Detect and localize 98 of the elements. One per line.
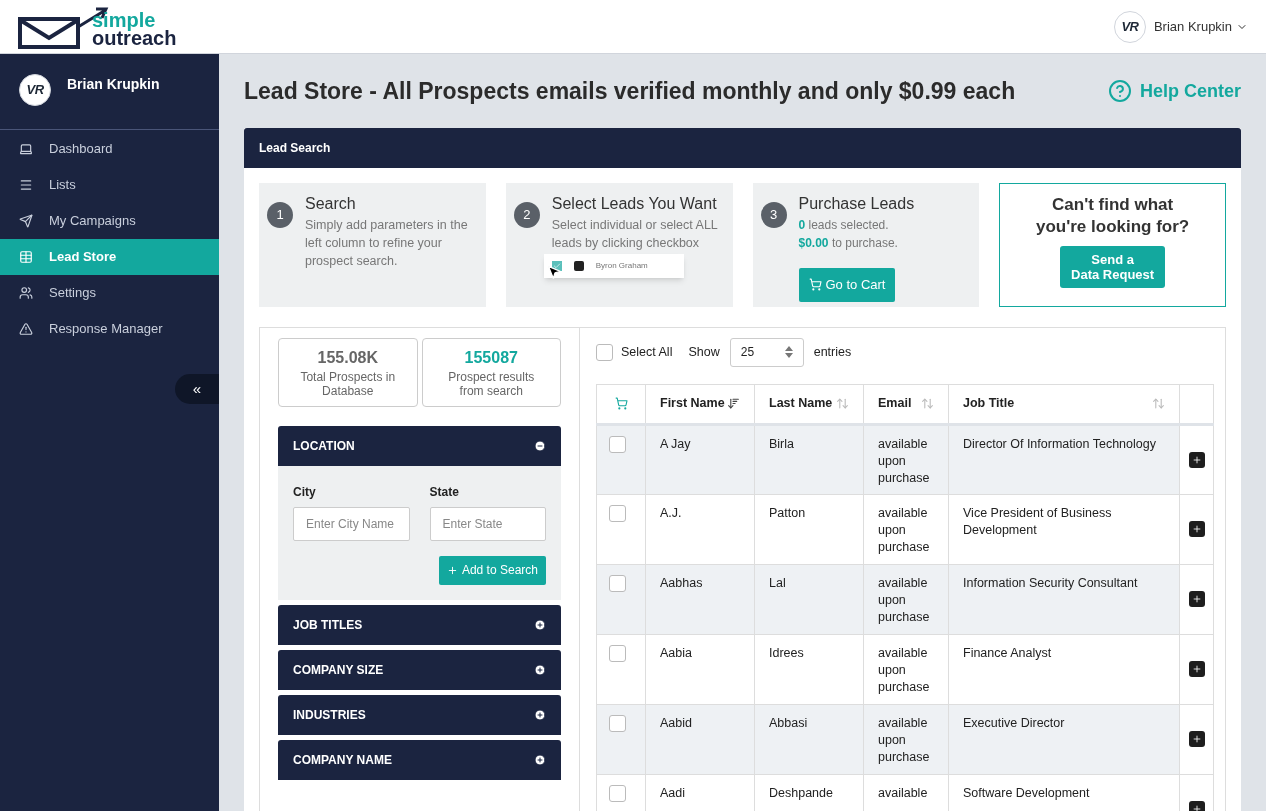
users-icon xyxy=(19,286,33,300)
step-text: 0 leads selected. xyxy=(798,216,889,234)
table-cell: Aabhas xyxy=(645,564,755,634)
avatar: VR xyxy=(19,74,51,106)
sidebar-item[interactable]: Lists xyxy=(0,167,219,203)
input-field[interactable]: Enter City Name xyxy=(293,506,410,541)
expand-icon xyxy=(534,708,546,721)
step-text: $0.00 to purchase. xyxy=(798,234,898,252)
table-icon xyxy=(19,250,33,264)
field-label: State xyxy=(429,483,460,501)
table-cell: available upon purchase xyxy=(863,704,949,774)
checkbox[interactable] xyxy=(596,343,613,361)
demo-name: Byron Graham xyxy=(595,259,648,272)
row-checkbox[interactable] xyxy=(609,714,626,732)
column-header[interactable]: Job Title xyxy=(948,384,1180,424)
expand-icon xyxy=(534,663,546,676)
expand-row-button[interactable] xyxy=(1188,590,1205,607)
sidebar-item[interactable]: Dashboard xyxy=(0,131,219,167)
column-header[interactable]: Email xyxy=(863,384,949,424)
table-cell: Finance Analyst xyxy=(948,634,1180,704)
select-all-label: Select All xyxy=(621,343,673,361)
user-menu[interactable]: Brian Krupkin xyxy=(1153,16,1248,37)
step-text: Select individual or select ALL leads by clicking checkbox xyxy=(551,216,719,252)
table-cell: Birla xyxy=(754,424,864,494)
filter-header[interactable]: INDUSTRIES xyxy=(278,694,561,735)
collapse-icon xyxy=(534,439,546,452)
expand-row-button[interactable] xyxy=(1188,730,1205,747)
table-cell: Idrees xyxy=(754,634,864,704)
expand-icon xyxy=(534,618,546,631)
table-cell: available upon purchase xyxy=(863,494,949,564)
table-cell: Aabid xyxy=(645,704,755,774)
stat-label: Prospect results from search xyxy=(447,370,536,398)
page-title: Lead Store - All Prospects emails verified monthly and only $0.99 each xyxy=(244,77,1016,106)
stat-value: 155.08K xyxy=(317,348,378,368)
cart-icon xyxy=(808,278,822,291)
table-cell: Aadi xyxy=(645,774,755,811)
step-number: 3 xyxy=(760,201,787,228)
stat-value: 155087 xyxy=(464,348,518,368)
table-cell: Director Of Information Technology xyxy=(948,424,1180,494)
expand-icon xyxy=(534,753,546,766)
table-cell: Software Development xyxy=(948,774,1180,811)
table-cell: Lal xyxy=(754,564,864,634)
row-checkbox[interactable] xyxy=(609,644,626,662)
sidebar-item[interactable]: Settings xyxy=(0,275,219,311)
menu-icon xyxy=(19,178,33,192)
expand-row-button[interactable] xyxy=(1188,800,1205,811)
step-number: 2 xyxy=(513,201,540,228)
collapse-button[interactable]: « xyxy=(175,374,219,404)
logo-text: simple xyxy=(92,10,156,29)
warning-icon xyxy=(19,322,33,336)
table-cell: available upon purchase xyxy=(863,424,949,494)
table-cell: available xyxy=(863,774,949,811)
spinner-icon xyxy=(784,345,793,359)
row-checkbox[interactable] xyxy=(609,435,626,453)
row-checkbox[interactable] xyxy=(609,504,626,522)
step-text: Simply add parameters in the left column to refine your prospect search. xyxy=(305,216,469,270)
page-size-select[interactable]: 25 xyxy=(729,337,804,367)
table-cell: Aabia xyxy=(645,634,755,704)
expand-row-button[interactable] xyxy=(1188,520,1205,537)
expand-row-button[interactable] xyxy=(1188,660,1205,677)
row-checkbox[interactable] xyxy=(609,574,626,592)
avatar: VR xyxy=(1113,10,1146,43)
table-cell: Abbasi xyxy=(754,704,864,774)
show-label: Show xyxy=(688,343,720,361)
filter-header[interactable]: LOCATION xyxy=(278,425,561,466)
panel-title: Lead Search xyxy=(259,139,331,157)
table-cell: A.J. xyxy=(645,494,755,564)
column-header[interactable]: First Name xyxy=(645,384,755,424)
input-field[interactable]: Enter State xyxy=(429,506,546,541)
table-cell: Deshpande xyxy=(754,774,864,811)
sidebar-item[interactable]: My Campaigns xyxy=(0,203,219,239)
filter-header[interactable]: COMPANY NAME xyxy=(278,739,561,780)
table-cell: Patton xyxy=(754,494,864,564)
user-name: Brian Krupkin xyxy=(67,75,160,94)
row-checkbox[interactable] xyxy=(609,784,626,802)
sidebar-item[interactable]: Response Manager xyxy=(0,311,219,347)
step-title: Search xyxy=(305,193,357,214)
stat-label: Total Prospects in Database xyxy=(299,370,397,398)
request-title: Can't find what you're looking for? xyxy=(1035,193,1191,238)
step-title: Purchase Leads xyxy=(798,193,915,214)
table-cell: Executive Director xyxy=(948,704,1180,774)
table-cell: available upon purchase xyxy=(863,564,949,634)
table-cell: Information Security Consultant xyxy=(948,564,1180,634)
column-header[interactable]: Last Name xyxy=(754,384,864,424)
step-number: 1 xyxy=(267,201,293,228)
entries-label: entries xyxy=(813,343,852,361)
cart-icon xyxy=(614,397,628,410)
expand-row-button[interactable] xyxy=(1188,451,1205,468)
table-cell: A Jay xyxy=(645,424,755,494)
field-label: City xyxy=(293,483,317,501)
laptop-icon xyxy=(19,142,33,156)
help-icon xyxy=(1107,79,1132,104)
table-cell: available upon purchase xyxy=(863,634,949,704)
filter-header[interactable]: COMPANY SIZE xyxy=(278,649,561,690)
table-cell: Vice President of Business Development xyxy=(948,494,1180,564)
filter-header[interactable]: JOB TITLES xyxy=(278,604,561,645)
paper-plane-icon xyxy=(19,214,33,228)
step-title: Select Leads You Want xyxy=(551,193,718,214)
